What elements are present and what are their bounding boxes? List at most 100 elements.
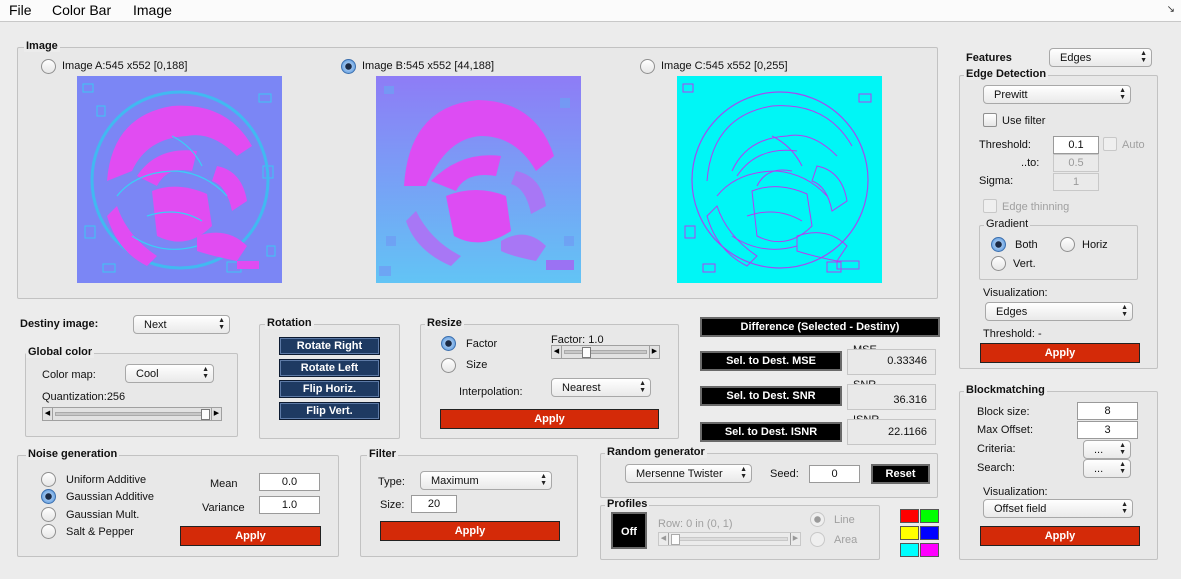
slider-left-arrow-icon[interactable]: ◀ (552, 346, 562, 358)
gradient-vert-radio[interactable] (991, 256, 1006, 271)
edge-apply-button[interactable]: Apply (980, 343, 1140, 363)
search-select[interactable]: ... ▲ ▼ (1083, 459, 1131, 478)
gradient-both-radio[interactable] (991, 237, 1006, 252)
noise-mean-input[interactable]: 0.0 (259, 473, 320, 491)
updown-arrows-icon: ▲ ▼ (1119, 442, 1126, 456)
edge-visualization-value: Edges (996, 306, 1028, 318)
color-map-select[interactable]: Cool ▲ ▼ (125, 364, 214, 383)
noise-variance-input[interactable]: 1.0 (259, 496, 320, 514)
image-a-label: Image A:545 x552 [0,188] (62, 60, 188, 72)
menu-color-bar[interactable]: Color Bar (52, 2, 111, 18)
block-size-input[interactable]: 8 (1077, 402, 1138, 420)
random-generator-select[interactable]: Mersenne Twister ▲ ▼ (625, 464, 752, 483)
seed-input[interactable]: 0 (809, 465, 860, 483)
filter-size-label: Size: (380, 499, 405, 511)
features-select[interactable]: Edges ▲ ▼ (1049, 48, 1152, 67)
slider-knob[interactable] (582, 347, 591, 358)
filter-apply-button[interactable]: Apply (380, 521, 560, 541)
flip-vertical-button[interactable]: Flip Vert. (279, 402, 380, 420)
noise-gaussian-mult-radio[interactable] (41, 507, 56, 522)
swatch-blue[interactable] (920, 526, 939, 540)
swatch-red[interactable] (900, 509, 919, 523)
criteria-select[interactable]: ... ▲ ▼ (1083, 440, 1131, 459)
noise-title: Noise generation (26, 448, 120, 460)
rotate-right-button[interactable]: Rotate Right (279, 337, 380, 355)
difference-button[interactable]: Difference (Selected - Destiny) (700, 317, 940, 337)
threshold-to-input[interactable]: 0.5 (1053, 154, 1099, 172)
filter-size-input[interactable]: 20 (411, 495, 457, 513)
swatch-magenta[interactable] (920, 543, 939, 557)
image-c-radio[interactable] (640, 59, 655, 74)
updown-arrows-icon: ▲ ▼ (202, 366, 209, 380)
profiles-line-label: Line (834, 514, 855, 526)
isnr-button[interactable]: Sel. to Dest. ISNR (700, 422, 842, 442)
resize-size-radio[interactable] (441, 358, 456, 373)
edge-visualization-select[interactable]: Edges ▲ ▼ (985, 302, 1133, 321)
random-generator-title: Random generator (605, 446, 707, 458)
interpolation-select[interactable]: Nearest ▲ ▼ (551, 378, 651, 397)
use-filter-checkbox[interactable] (983, 113, 997, 127)
noise-salt-pepper-radio[interactable] (41, 524, 56, 539)
profiles-off-button[interactable]: Off (611, 512, 647, 549)
slider-knob[interactable] (201, 409, 210, 420)
profiles-line-radio[interactable] (810, 512, 825, 527)
features-value: Edges (1060, 52, 1092, 64)
image-b-view[interactable] (376, 76, 581, 283)
sigma-input[interactable]: 1 (1053, 173, 1099, 191)
auto-threshold-checkbox[interactable] (1103, 137, 1117, 151)
slider-right-arrow-icon[interactable]: ▶ (790, 533, 800, 545)
noise-uniform-radio[interactable] (41, 472, 56, 487)
block-visualization-value: Offset field (994, 503, 1047, 515)
image-a-radio[interactable] (41, 59, 56, 74)
block-visualization-select[interactable]: Offset field ▲ ▼ (983, 499, 1133, 518)
slider-right-arrow-icon[interactable]: ▶ (649, 346, 659, 358)
image-c-view[interactable] (677, 76, 882, 283)
image-a-view[interactable] (77, 76, 282, 283)
flip-horizontal-button[interactable]: Flip Horiz. (279, 380, 380, 398)
resize-factor-slider[interactable]: ◀ ▶ (551, 345, 660, 359)
resize-factor-radio[interactable] (441, 336, 456, 351)
gradient-both-label: Both (1015, 239, 1038, 251)
profiles-row-slider[interactable]: ◀ ▶ (658, 532, 801, 546)
noise-uniform-label: Uniform Additive (66, 474, 147, 486)
resize-apply-button[interactable]: Apply (440, 409, 659, 429)
image-b-radio[interactable] (341, 59, 356, 74)
destiny-image-value: Next (144, 319, 167, 331)
resize-factor-label: Factor (466, 338, 498, 350)
quantization-slider[interactable]: ◀ ▶ (42, 407, 222, 421)
profiles-area-radio[interactable] (810, 532, 825, 547)
interpolation-value: Nearest (562, 382, 601, 394)
seed-reset-button[interactable]: Reset (871, 464, 930, 484)
edge-threshold-input[interactable]: 0.1 (1053, 136, 1099, 154)
search-value: ... (1094, 463, 1104, 475)
criteria-label: Criteria: (977, 443, 1016, 455)
slider-left-arrow-icon[interactable]: ◀ (43, 408, 53, 420)
slider-right-arrow-icon[interactable]: ▶ (211, 408, 221, 420)
blockmatching-apply-button[interactable]: Apply (980, 526, 1140, 546)
resize-grip-icon[interactable]: ↘ (1167, 4, 1175, 15)
updown-arrows-icon: ▲ ▼ (740, 466, 747, 480)
destiny-image-select[interactable]: Next ▲ ▼ (133, 315, 230, 334)
filter-type-select[interactable]: Maximum ▲ ▼ (420, 471, 552, 490)
image-c-label: Image C:545 x552 [0,255] (661, 60, 788, 72)
rotate-left-button[interactable]: Rotate Left (279, 359, 380, 377)
noise-gaussian-mult-label: Gaussian Mult. (66, 509, 140, 521)
slider-knob[interactable] (671, 534, 680, 545)
swatch-cyan[interactable] (900, 543, 919, 557)
mse-button[interactable]: Sel. to Dest. MSE (700, 351, 842, 371)
noise-apply-button[interactable]: Apply (180, 526, 321, 546)
max-offset-input[interactable]: 3 (1077, 421, 1138, 439)
swatch-green[interactable] (920, 509, 939, 523)
swatch-yellow[interactable] (900, 526, 919, 540)
menu-file[interactable]: File (9, 2, 32, 18)
menu-image[interactable]: Image (133, 2, 172, 18)
edge-thinning-checkbox[interactable] (983, 199, 997, 213)
noise-gaussian-radio[interactable] (41, 489, 56, 504)
filter-type-label: Type: (378, 476, 405, 488)
filter-title: Filter (367, 448, 398, 460)
edge-method-select[interactable]: Prewitt ▲ ▼ (983, 85, 1131, 104)
snr-button[interactable]: Sel. to Dest. SNR (700, 386, 842, 406)
gradient-horiz-radio[interactable] (1060, 237, 1075, 252)
slider-left-arrow-icon[interactable]: ◀ (659, 533, 669, 545)
updown-arrows-icon: ▲ ▼ (1121, 501, 1128, 515)
